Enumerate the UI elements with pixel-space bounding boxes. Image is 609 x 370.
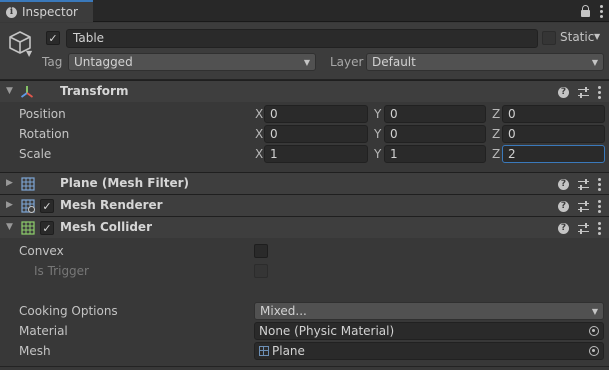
inspector-tab-strip: i Inspector [0,0,609,22]
help-icon[interactable]: ? [558,200,569,212]
cooking-options-dropdown[interactable]: Mixed... ▼ [254,302,604,320]
transform-title: Transform [60,84,129,98]
layer-value: Default [372,55,416,69]
kebab-menu-icon[interactable] [598,177,601,191]
axis-y-label[interactable]: Y [374,107,381,121]
scale-z-field[interactable]: 2 [502,145,605,163]
axis-y-label[interactable]: Y [374,147,381,161]
presets-icon[interactable] [578,178,589,190]
axis-z-label[interactable]: Z [492,107,500,121]
mesh-renderer-actions: ? [558,199,601,213]
foldout-expanded-icon[interactable]: ▼ [6,222,13,232]
tab-inspector[interactable]: i Inspector [0,0,93,22]
position-x-field[interactable]: 0 [264,105,368,123]
chevron-down-icon: ▼ [591,307,598,316]
transform-header[interactable]: ▼ Transform ? [0,80,609,102]
convex-checkbox[interactable] [254,244,268,258]
scale-label: Scale [19,147,52,161]
position-z-field[interactable]: 0 [502,105,605,123]
foldout-collapsed-icon[interactable]: ▶ [6,200,13,210]
tag-value: Untagged [74,55,133,69]
chevron-down-icon[interactable]: ▼ [26,49,32,58]
mesh-field[interactable]: Plane [254,342,604,360]
static-label: Static [560,30,595,44]
tag-dropdown[interactable]: Untagged ▼ [68,53,316,71]
position-y-field[interactable]: 0 [384,105,486,123]
material-field[interactable]: None (Physic Material) [254,322,604,340]
cooking-options-value: Mixed... [260,304,307,318]
help-icon[interactable]: ? [558,222,569,234]
gameobject-header: ▼ ✓ Table Static ▼ Tag Layer [0,23,609,80]
mesh-renderer-title: Mesh Renderer [60,198,163,212]
tag-label: Tag [42,55,63,69]
mesh-filter-title: Plane (Mesh Filter) [60,176,189,190]
chevron-down-icon: ▼ [591,58,598,67]
static-checkbox[interactable] [542,31,556,45]
axis-x-label[interactable]: X [255,107,263,121]
mesh-value: Plane [272,344,305,358]
presets-icon[interactable] [578,86,589,98]
divider [0,366,609,367]
rotation-z-field[interactable]: 0 [502,125,605,143]
cooking-options-label: Cooking Options [19,304,118,318]
material-label: Material [19,324,68,338]
kebab-menu-icon[interactable] [598,221,601,235]
transform-actions: ? [558,85,601,99]
position-label: Position [19,107,66,121]
scale-y-field[interactable]: 1 [384,145,486,163]
help-icon[interactable]: ? [558,178,569,190]
mesh-collider-actions: ? [558,221,601,235]
mesh-renderer-icon [21,199,35,213]
layer-label: Layer [330,55,364,69]
presets-icon[interactable] [578,200,589,212]
mesh-renderer-header[interactable]: ▶ ✓ Mesh Renderer ? [0,194,609,216]
convex-label: Convex [19,244,64,258]
mesh-filter-actions: ? [558,177,601,191]
mesh-renderer-enabled-checkbox[interactable]: ✓ [40,199,54,213]
collider-grid-icon [21,221,35,235]
axis-z-label[interactable]: Z [492,127,500,141]
rotation-label: Rotation [19,127,70,141]
mesh-label: Mesh [19,344,51,358]
active-checkbox[interactable]: ✓ [46,31,60,45]
axis-z-label[interactable]: Z [492,147,500,161]
axis-y-label[interactable]: Y [374,127,381,141]
object-picker-icon[interactable] [589,346,599,356]
axis-x-label[interactable]: X [255,127,263,141]
layer-dropdown[interactable]: Default ▼ [366,53,604,71]
chevron-down-icon: ▼ [303,58,310,67]
tab-actions [581,3,603,19]
object-name-field[interactable]: Table [66,29,538,48]
mesh-collider-enabled-checkbox[interactable]: ✓ [40,221,54,235]
object-picker-icon[interactable] [589,326,599,336]
rotation-x-field[interactable]: 0 [264,125,368,143]
help-icon[interactable]: ? [558,86,569,98]
mesh-filter-header[interactable]: ▶ Plane (Mesh Filter) ? [0,172,609,194]
info-icon: i [6,6,17,18]
mesh-grid-icon [21,177,35,191]
kebab-menu-icon[interactable] [598,85,601,99]
presets-icon[interactable] [578,222,589,234]
kebab-menu-icon[interactable] [600,4,603,18]
rotation-y-field[interactable]: 0 [384,125,486,143]
material-value: None (Physic Material) [259,324,395,338]
mesh-collider-header[interactable]: ▼ ✓ Mesh Collider ? [0,216,609,238]
lock-icon[interactable] [581,5,590,17]
axis-x-label[interactable]: X [255,147,263,161]
kebab-menu-icon[interactable] [598,199,601,213]
mesh-grid-icon [259,346,269,356]
scale-x-field[interactable]: 1 [264,145,368,163]
is-trigger-label: Is Trigger [34,264,89,278]
transform-axes-icon [20,86,34,98]
static-dropdown-icon[interactable]: ▼ [594,32,600,41]
is-trigger-checkbox [254,264,268,278]
mesh-collider-title: Mesh Collider [60,220,152,234]
tab-inspector-label: Inspector [22,5,78,19]
foldout-collapsed-icon[interactable]: ▶ [6,178,13,188]
foldout-expanded-icon[interactable]: ▼ [6,86,13,96]
